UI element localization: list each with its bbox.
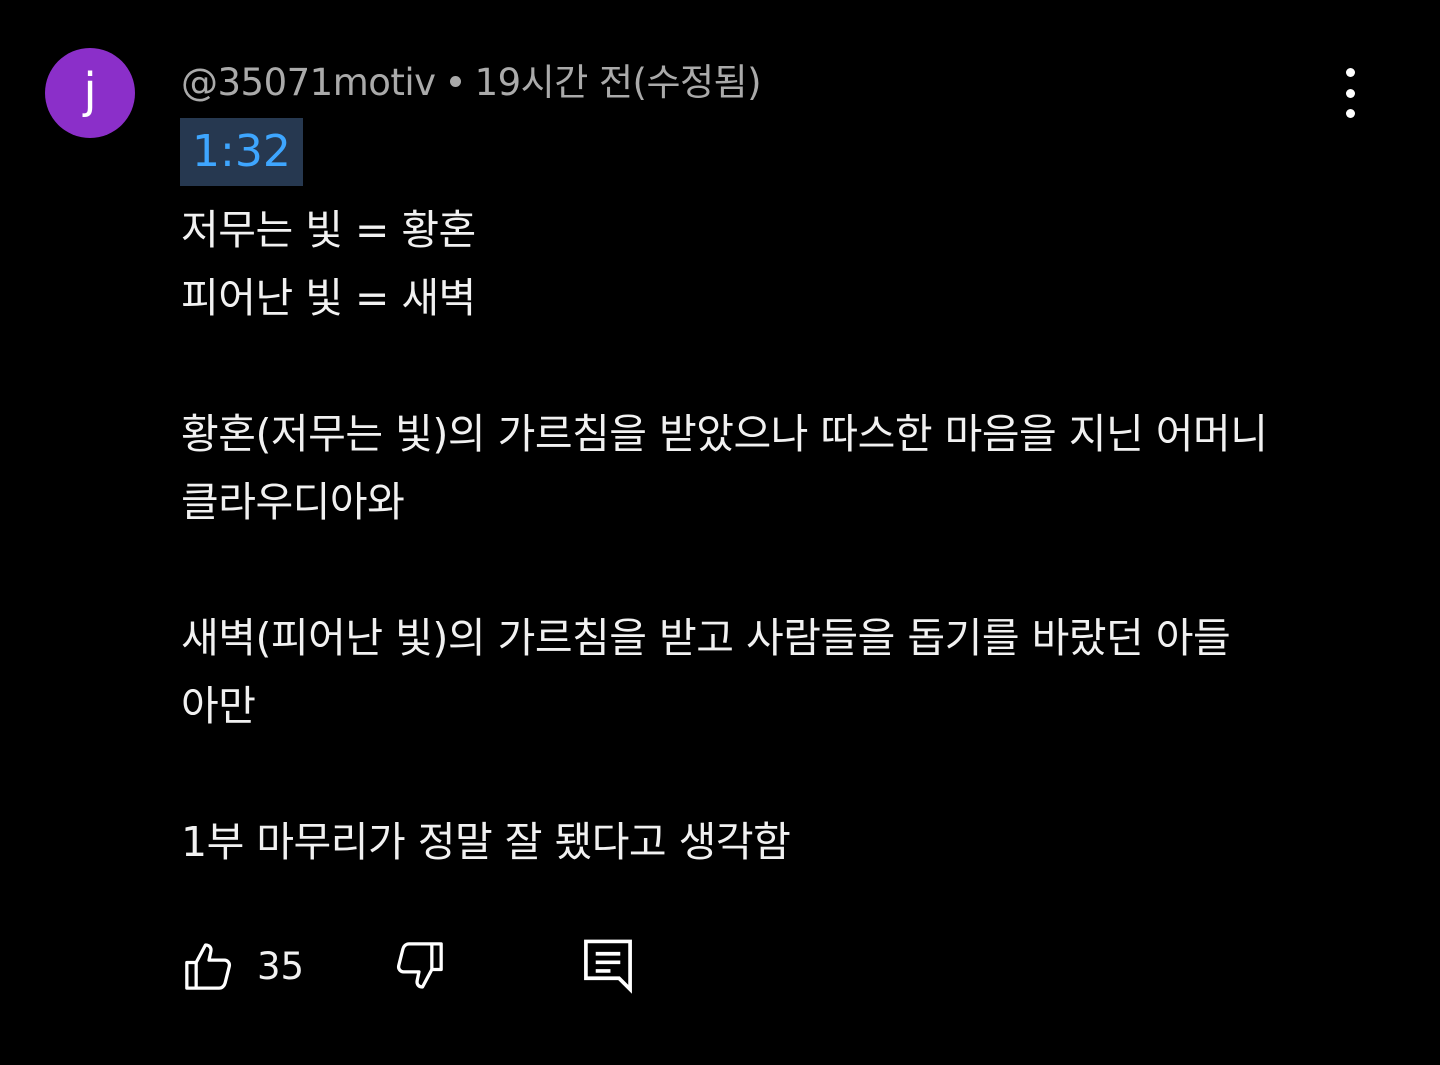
like-button[interactable]: 35 xyxy=(181,935,304,997)
more-vertical-icon xyxy=(1345,68,1355,77)
like-count: 35 xyxy=(257,944,305,988)
timestamp-link[interactable]: 1:32 xyxy=(180,118,303,186)
comment-line: 아만 xyxy=(181,682,256,730)
comment-item: j @35071motiv 19시간 전(수정됨) 1:32 저무는 빛 = 황혼… xyxy=(0,0,1440,1065)
comment-header: @35071motiv 19시간 전(수정됨) xyxy=(181,52,762,106)
comment-actions: 35 xyxy=(181,935,661,1005)
more-vertical-icon-dot xyxy=(1345,109,1355,118)
thumbs-down-icon xyxy=(396,942,443,989)
avatar[interactable]: j xyxy=(45,48,135,138)
more-options-button[interactable] xyxy=(1330,68,1370,118)
thumbs-up-icon xyxy=(185,943,232,990)
author-name[interactable]: @35071motiv xyxy=(181,61,436,104)
comment-line: 피어난 빛 = 새벽 xyxy=(181,274,476,322)
comment-time: 19시간 전(수정됨) xyxy=(474,61,762,104)
reply-button[interactable] xyxy=(581,935,635,997)
comment-line: 새벽(피어난 빛)의 가르침을 받고 사람들을 돕기를 바랐던 아들 xyxy=(181,614,1231,662)
comment-line: 황혼(저무는 빛)의 가르침을 받았으나 따스한 마음을 지닌 어머니 xyxy=(181,410,1268,458)
comment-line: 1부 마무리가 정말 잘 됐다고 생각함 xyxy=(181,818,791,866)
avatar-letter: j xyxy=(83,63,97,119)
separator-dot xyxy=(449,76,461,87)
reply-comment-icon xyxy=(584,939,632,994)
comment-line: 클라우디아와 xyxy=(181,478,405,526)
comment-line: 저무는 빛 = 황혼 xyxy=(181,206,476,254)
comment-body: 저무는 빛 = 황혼 피어난 빛 = 새벽 황혼(저무는 빛)의 가르침을 받았… xyxy=(181,196,1361,876)
dislike-button[interactable] xyxy=(391,935,447,997)
more-vertical-icon-dot xyxy=(1345,88,1355,98)
